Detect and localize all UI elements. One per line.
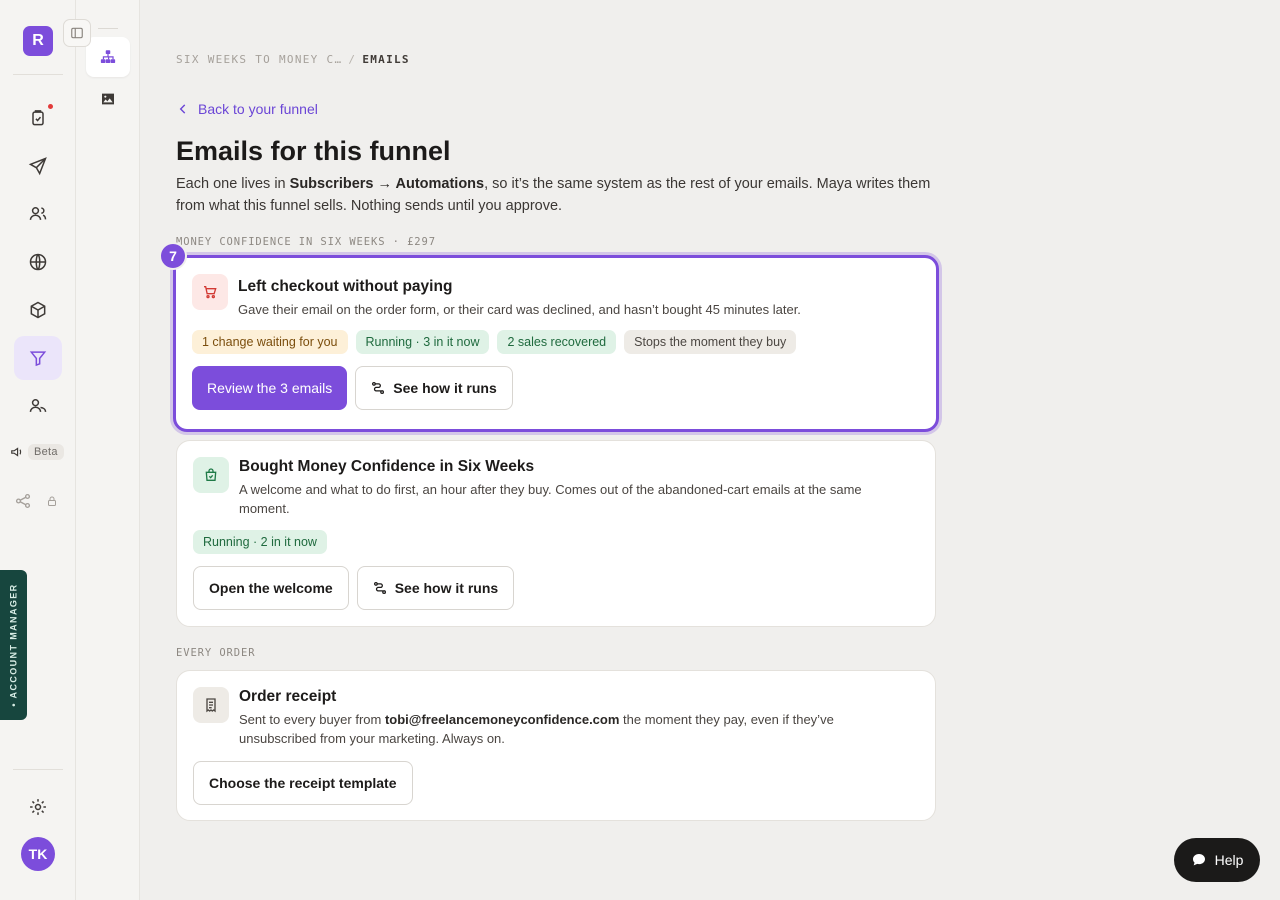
- beta-badge: Beta: [28, 444, 64, 460]
- every-order-section-label: EVERY ORDER: [176, 647, 256, 659]
- breadcrumb-separator: /: [348, 53, 357, 66]
- page-intro: Each one lives in Subscribers → Automati…: [176, 176, 931, 214]
- receipt-icon: [206, 698, 216, 713]
- running-badge: Running · 3 in it now: [355, 330, 490, 354]
- chat-bubble-icon: [1192, 854, 1205, 866]
- send-icon: [28, 157, 47, 176]
- globe-icon: [29, 253, 47, 271]
- card-title: Bought Money Confidence in Six Weeks: [239, 458, 535, 475]
- subnav-funnel-map[interactable]: [86, 37, 130, 77]
- sales-recovered-badge: 2 sales recovered: [497, 330, 617, 354]
- nav-affiliates[interactable]: [14, 492, 58, 510]
- card-actions: Choose the receipt template: [193, 761, 413, 805]
- status-badges: Running · 2 in it now: [193, 530, 327, 554]
- nav-broadcasts[interactable]: [14, 144, 62, 188]
- nav-products[interactable]: [14, 288, 62, 332]
- pending-count-badge: 7: [159, 242, 187, 270]
- review-emails-button[interactable]: Review the 3 emails: [192, 366, 348, 410]
- button-label: See how it runs: [393, 380, 497, 396]
- notification-dot: [48, 104, 53, 109]
- card-title: Left checkout without paying: [238, 278, 453, 295]
- account-manager-label: • ACCOUNT MANAGER: [8, 583, 19, 707]
- nav-subscribers[interactable]: [14, 192, 62, 236]
- cart-icon: [204, 286, 217, 299]
- box-icon: [30, 301, 46, 319]
- nav-tasks[interactable]: [14, 96, 62, 140]
- flow-icon: [373, 581, 386, 595]
- bought-product-card: Bought Money Confidence in Six Weeks A w…: [176, 440, 936, 627]
- nav-ads[interactable]: Beta: [10, 444, 64, 460]
- lock-icon: [48, 496, 56, 506]
- flow-icon: [372, 381, 385, 395]
- card-actions: Open the welcome See how it runs: [193, 566, 515, 610]
- user-avatar[interactable]: TK: [21, 837, 55, 871]
- image-icon: [102, 93, 114, 105]
- sidebar-toggle-icon: [71, 27, 83, 39]
- card-description: Sent to every buyer from tobi@freelancem…: [239, 712, 834, 746]
- stop-condition-badge: Stops the moment they buy: [624, 330, 797, 354]
- shopping-bag-icon: [205, 468, 217, 481]
- back-to-funnel-link[interactable]: Back to your funnel: [176, 101, 318, 117]
- order-receipt-card: Order receipt Sent to every buyer from t…: [176, 670, 936, 821]
- account-manager-tab[interactable]: • ACCOUNT MANAGER: [0, 570, 27, 720]
- workspace-logo[interactable]: R: [23, 26, 53, 56]
- card-actions: Review the 3 emails See how it runs: [192, 366, 513, 410]
- funnel-icon: [29, 351, 47, 367]
- sitemap-icon: [100, 50, 116, 63]
- divider: [13, 769, 63, 770]
- open-welcome-button[interactable]: Open the welcome: [193, 566, 349, 610]
- breadcrumb-funnel[interactable]: SIX WEEKS TO MONEY C…: [176, 53, 342, 66]
- clipboard-check-icon: [32, 110, 44, 126]
- page-title: Emails for this funnel: [176, 136, 451, 166]
- nav-settings[interactable]: [14, 785, 62, 829]
- funnel-subnav: [76, 0, 140, 900]
- sender-email: tobi@freelancemoneyconfidence.com: [384, 712, 620, 727]
- help-label: Help: [1214, 852, 1244, 868]
- abandoned-checkout-card: 7 Left checkout without paying Gave thei…: [159, 242, 939, 432]
- breadcrumb: SIX WEEKS TO MONEY C… / EMAILS: [176, 53, 410, 66]
- product-section-label: MONEY CONFIDENCE IN SIX WEEKS · £297: [176, 236, 436, 248]
- back-link-label: Back to your funnel: [198, 101, 318, 117]
- help-button[interactable]: Help: [1174, 838, 1260, 882]
- button-label: See how it runs: [394, 580, 499, 596]
- divider: [13, 74, 63, 75]
- main-sidebar: R Beta TK: [0, 0, 76, 900]
- users-icon: [29, 207, 47, 220]
- bag-icon-wrap: [193, 457, 229, 493]
- see-how-it-runs-button[interactable]: See how it runs: [355, 366, 513, 410]
- cart-icon-wrap: [192, 274, 228, 310]
- changes-waiting-badge[interactable]: 1 change waiting for you: [192, 330, 348, 354]
- gear-icon: [30, 799, 46, 815]
- card-description: Gave their email on the order form, or t…: [238, 302, 801, 317]
- running-badge: Running · 2 in it now: [193, 530, 327, 554]
- card-description: A welcome and what to do first, an hour …: [239, 482, 862, 516]
- choose-receipt-template-button[interactable]: Choose the receipt template: [193, 761, 413, 805]
- collapse-sidebar-button[interactable]: [63, 19, 91, 47]
- see-how-it-runs-button[interactable]: See how it runs: [356, 566, 515, 610]
- nav-funnels[interactable]: [14, 336, 62, 380]
- chevron-left-icon: [179, 104, 186, 114]
- receipt-icon-wrap: [193, 687, 229, 723]
- subnav-images[interactable]: [86, 79, 130, 119]
- nav-website[interactable]: [14, 240, 62, 284]
- automations-location: Subscribers → Automations: [289, 176, 485, 192]
- card-title: Order receipt: [239, 688, 337, 705]
- nav-community[interactable]: [14, 384, 62, 428]
- breadcrumb-current: EMAILS: [362, 53, 410, 66]
- status-badges: 1 change waiting for you Running · 3 in …: [192, 330, 797, 354]
- share-icon: [15, 493, 31, 509]
- megaphone-icon: [11, 447, 22, 457]
- people-icon: [29, 399, 47, 412]
- divider: [98, 28, 118, 29]
